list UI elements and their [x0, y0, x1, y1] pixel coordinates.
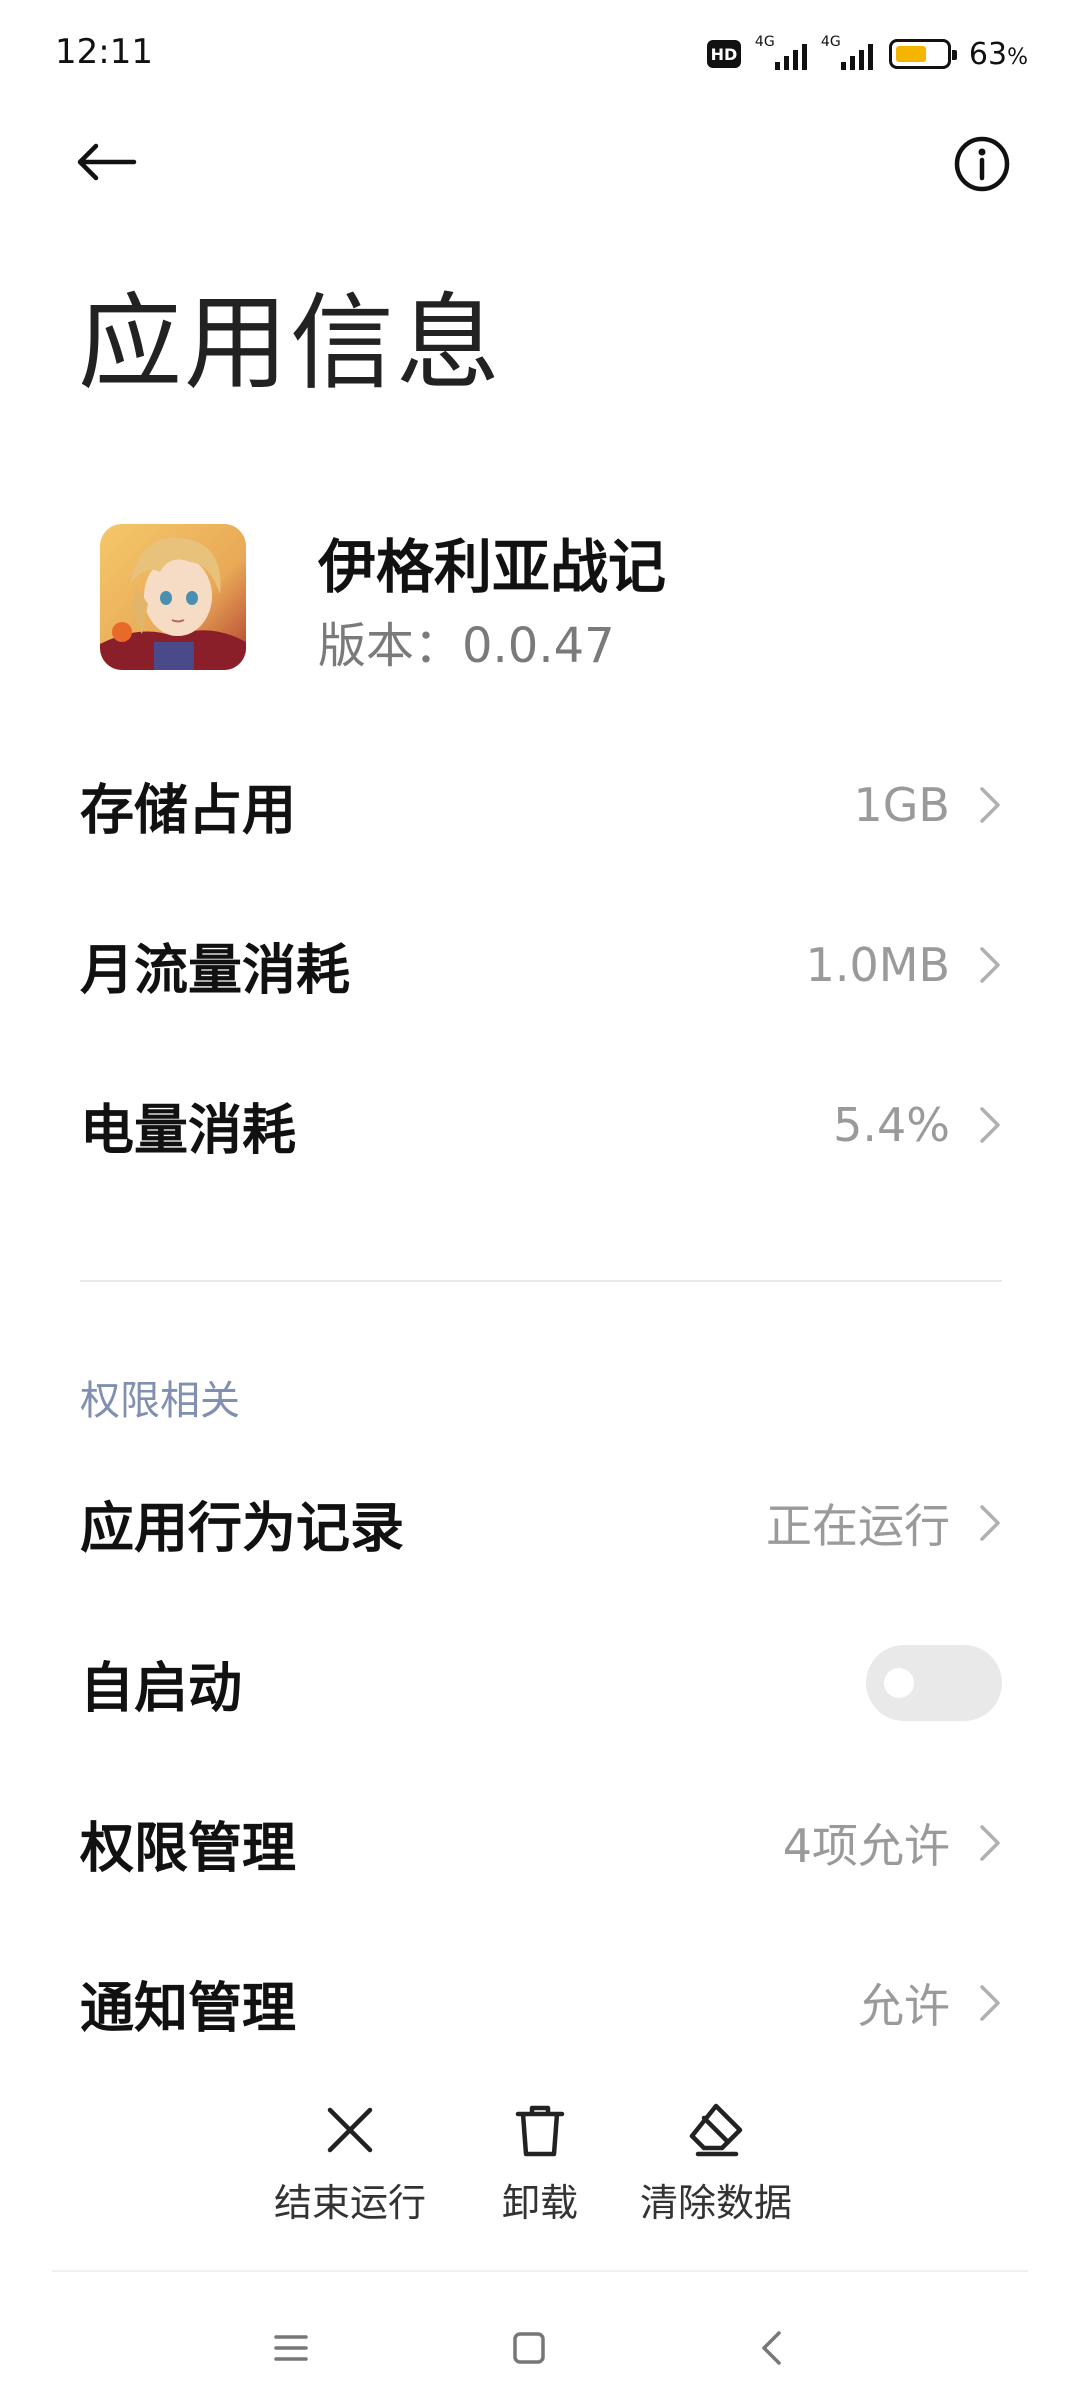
- arrow-left-icon: [77, 143, 137, 181]
- navigation-bar: [0, 2300, 1080, 2400]
- page-title: 应用信息: [78, 282, 503, 404]
- force-stop-button[interactable]: 结束运行: [250, 2100, 450, 2230]
- section-divider: [80, 1280, 1002, 1282]
- menu-icon: [274, 2335, 308, 2361]
- autostart-label: 自启动: [80, 1656, 242, 1720]
- chevron-right-icon: [980, 1985, 1000, 2021]
- autostart-row: 自启动: [0, 1608, 1080, 1758]
- back-button[interactable]: [70, 132, 142, 192]
- status-time: 12:11: [55, 32, 153, 72]
- hd-voice-icon: HD: [706, 40, 741, 68]
- info-button[interactable]: [950, 132, 1014, 196]
- permission-management-label: 权限管理: [80, 1816, 296, 1880]
- uninstall-label: 卸载: [501, 2181, 578, 2225]
- status-bar: 12:11 HD 4G 4G 63%: [0, 0, 1080, 110]
- battery-icon: [888, 39, 957, 69]
- storage-value: 1GB: [853, 778, 950, 832]
- sim2-signal-icon: 4G: [817, 34, 873, 74]
- uninstall-button[interactable]: 卸载: [440, 2100, 640, 2230]
- battery-usage-row[interactable]: 电量消耗 5.4%: [0, 1050, 1080, 1200]
- permissions-section-title: 权限相关: [80, 1378, 240, 1424]
- chevron-right-icon: [980, 947, 1000, 983]
- home-button[interactable]: [494, 2318, 564, 2378]
- chevron-right-icon: [980, 1107, 1000, 1143]
- clear-data-button[interactable]: 清除数据: [616, 2100, 816, 2230]
- notification-management-value: 允许: [858, 1979, 950, 2033]
- sim1-signal-icon: 4G: [751, 34, 807, 74]
- eraser-icon: [689, 2103, 743, 2157]
- behavior-log-value: 正在运行: [766, 1499, 950, 1553]
- sim2-network-type: 4G: [820, 34, 841, 50]
- back-chevron-icon: [762, 2331, 781, 2365]
- force-stop-label: 结束运行: [273, 2181, 426, 2225]
- app-icon: [100, 524, 246, 670]
- menu-button[interactable]: [256, 2318, 326, 2378]
- bottom-actions: 结束运行 卸载 清除数据: [0, 2100, 1080, 2230]
- info-circle-icon: [954, 136, 1010, 192]
- data-usage-value: 1.0MB: [805, 938, 950, 992]
- permission-management-value: 4项允许: [782, 1819, 950, 1873]
- battery-usage-value: 5.4%: [833, 1098, 950, 1152]
- bottom-divider: [52, 2270, 1028, 2272]
- battery-usage-label: 电量消耗: [80, 1098, 296, 1162]
- storage-label: 存储占用: [80, 778, 296, 842]
- data-usage-label: 月流量消耗: [80, 938, 350, 1002]
- battery-level-fill: [895, 46, 926, 62]
- notification-management-label: 通知管理: [80, 1976, 296, 2040]
- autostart-toggle[interactable]: [866, 1645, 1002, 1721]
- battery-percent: 63%: [968, 36, 1028, 72]
- behavior-log-row[interactable]: 应用行为记录 正在运行: [0, 1448, 1080, 1598]
- behavior-log-label: 应用行为记录: [80, 1496, 404, 1560]
- chevron-right-icon: [980, 1825, 1000, 1861]
- trash-icon: [515, 2105, 565, 2157]
- notification-management-row[interactable]: 通知管理 允许: [0, 1928, 1080, 2078]
- app-version: 版本：0.0.47: [318, 618, 615, 674]
- chevron-right-icon: [980, 787, 1000, 823]
- sim1-network-type: 4G: [754, 34, 775, 50]
- chevron-right-icon: [980, 1505, 1000, 1541]
- toggle-knob: [884, 1668, 914, 1698]
- storage-row[interactable]: 存储占用 1GB: [0, 730, 1080, 880]
- data-usage-row[interactable]: 月流量消耗 1.0MB: [0, 890, 1080, 1040]
- nav-back-button[interactable]: [736, 2318, 806, 2378]
- status-indicators: HD 4G 4G 63%: [706, 32, 1028, 76]
- clear-data-label: 清除数据: [639, 2181, 792, 2225]
- permission-management-row[interactable]: 权限管理 4项允许: [0, 1768, 1080, 1918]
- close-icon: [327, 2107, 373, 2153]
- app-name: 伊格利亚战记: [318, 533, 667, 601]
- home-square-icon: [513, 2332, 545, 2364]
